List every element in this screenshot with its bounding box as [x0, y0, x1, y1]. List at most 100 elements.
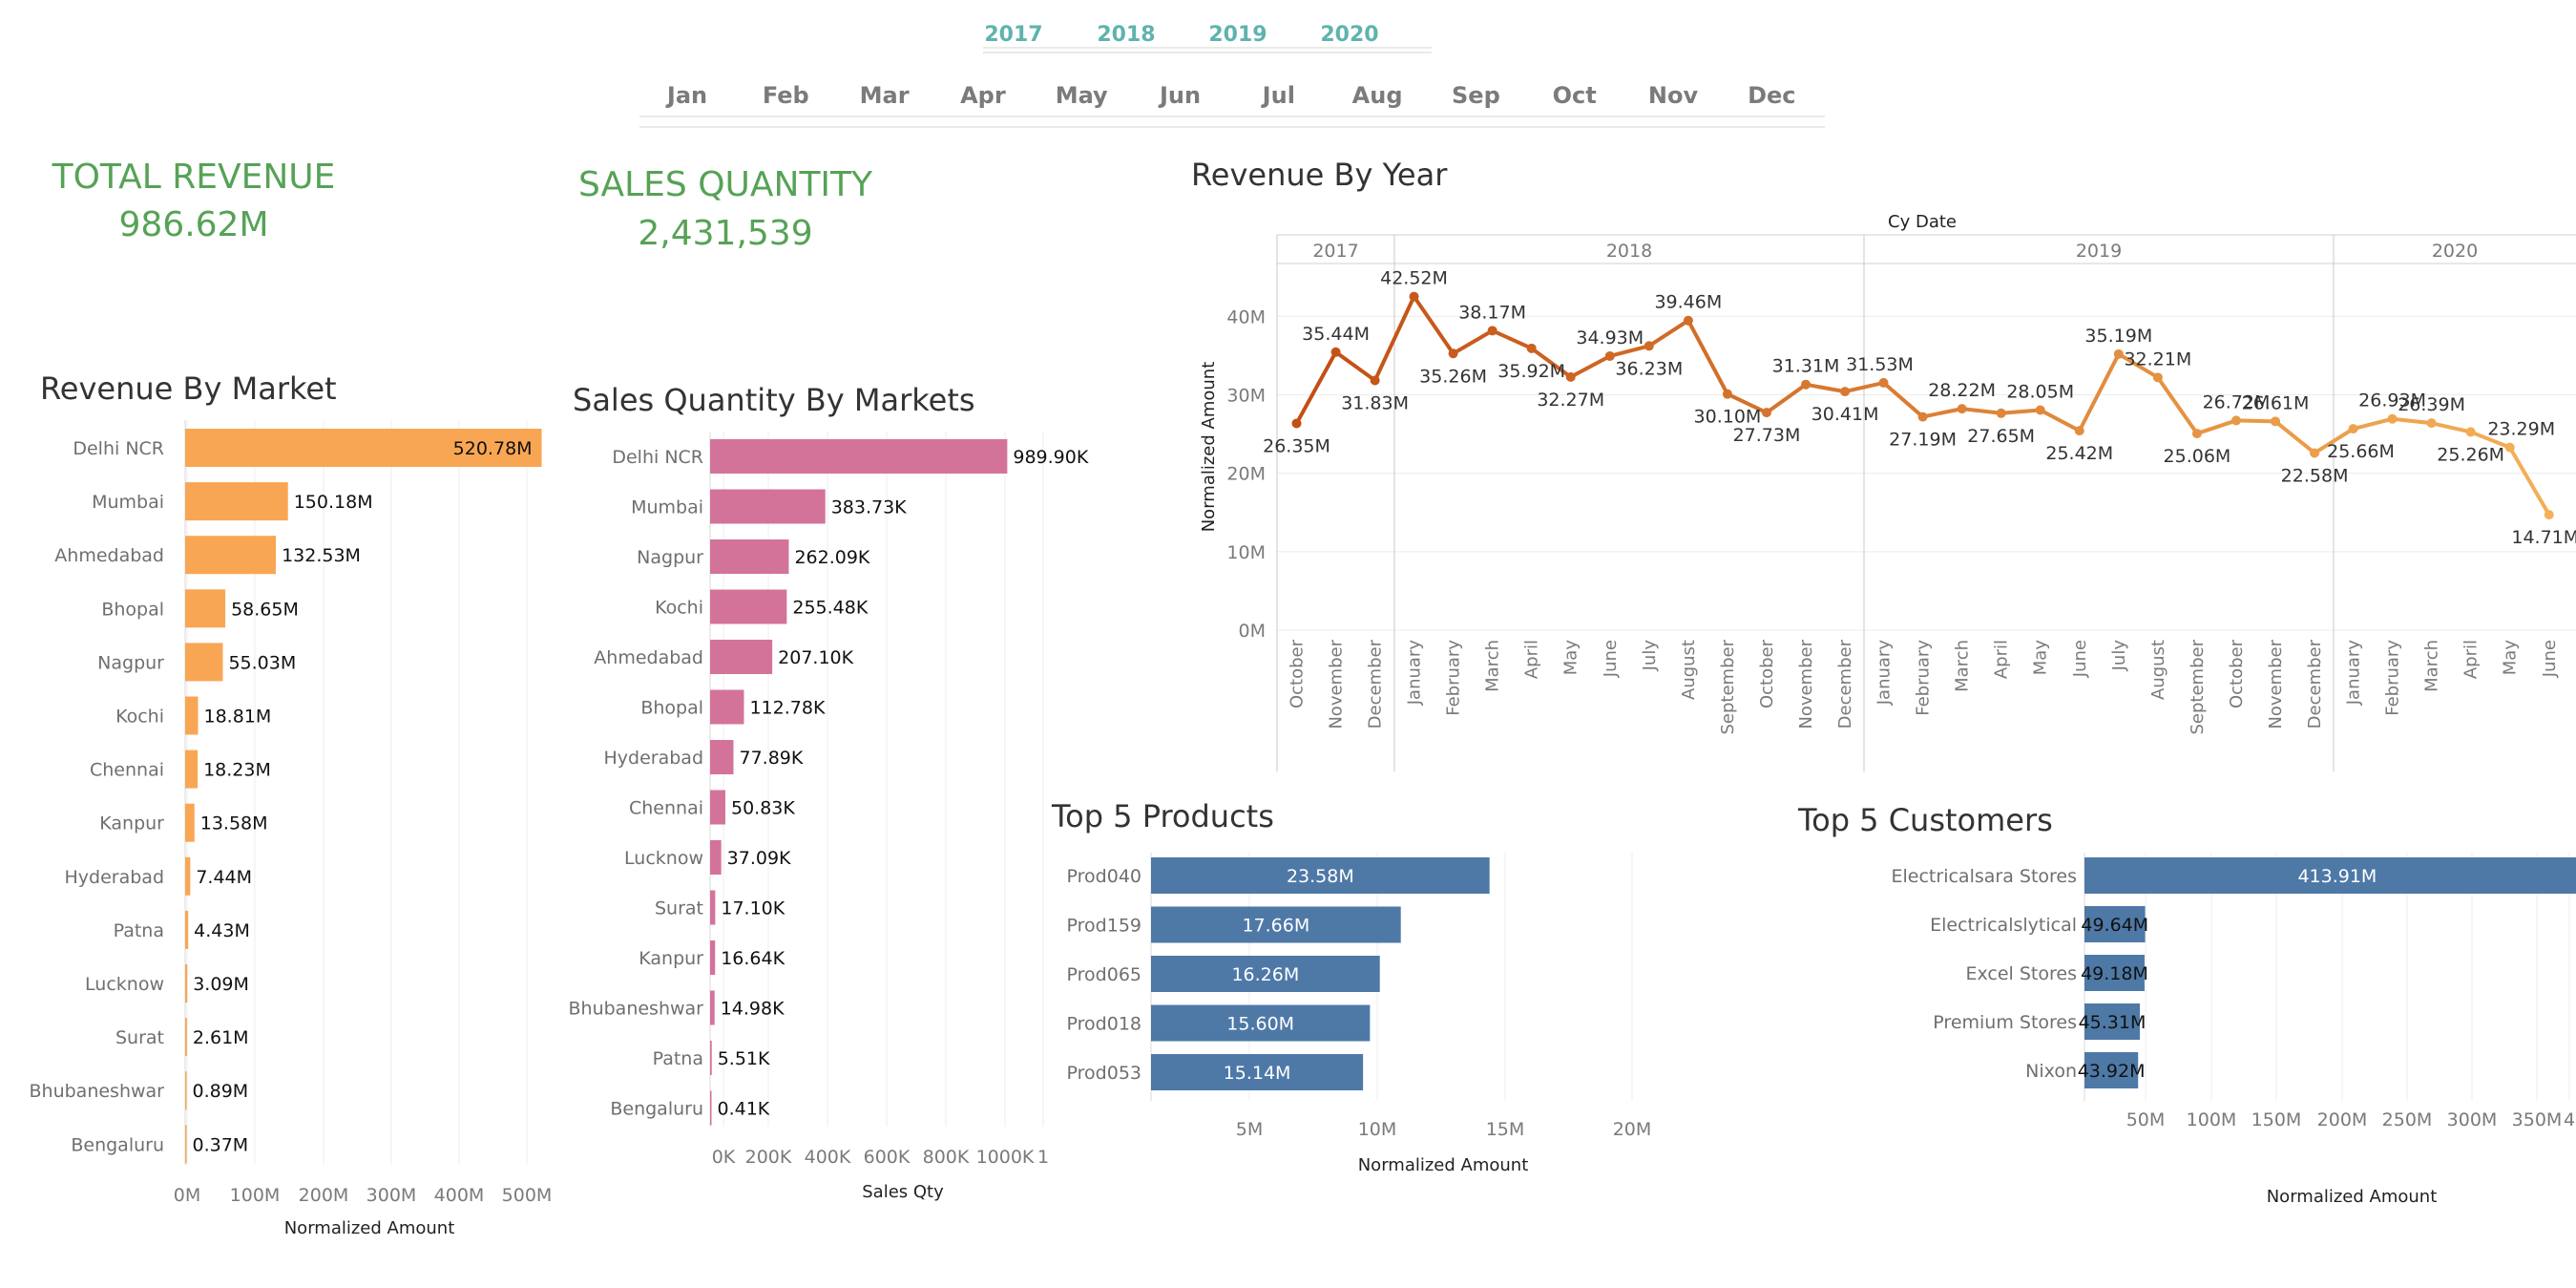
- year-filter-2018[interactable]: 2018: [1097, 23, 1155, 47]
- bar[interactable]: [710, 689, 744, 725]
- month-filter-jan[interactable]: Jan: [665, 82, 707, 109]
- bar[interactable]: [710, 1090, 712, 1126]
- bar[interactable]: [185, 482, 288, 521]
- bar[interactable]: [710, 790, 725, 825]
- data-point[interactable]: [1487, 326, 1497, 336]
- data-point[interactable]: [2230, 415, 2241, 426]
- bar[interactable]: [185, 964, 188, 1003]
- data-point[interactable]: [2074, 426, 2084, 436]
- month-filter-jun[interactable]: Jun: [1158, 82, 1201, 109]
- bar[interactable]: [710, 640, 773, 674]
- data-point[interactable]: [1917, 412, 1928, 422]
- month-filter-oct[interactable]: Oct: [1553, 82, 1597, 109]
- top-5-products-title: Top 5 Products: [1051, 798, 1274, 834]
- bar[interactable]: [710, 740, 734, 774]
- category-label: Lucknow: [85, 974, 164, 995]
- year-filter-2020[interactable]: 2020: [1320, 23, 1378, 47]
- month-filter-sep[interactable]: Sep: [1452, 82, 1500, 109]
- data-point[interactable]: [1526, 343, 1537, 353]
- data-point[interactable]: [2271, 416, 2281, 427]
- month-filter-feb[interactable]: Feb: [763, 82, 809, 109]
- data-point[interactable]: [2310, 448, 2320, 458]
- bar[interactable]: [710, 940, 716, 975]
- data-point[interactable]: [1683, 315, 1693, 326]
- bar[interactable]: [710, 840, 722, 875]
- bar[interactable]: [185, 536, 277, 575]
- data-point[interactable]: [2152, 372, 2163, 383]
- x-tick-label: 150M: [2251, 1109, 2302, 1130]
- data-point[interactable]: [1957, 404, 1967, 414]
- data-point[interactable]: [2465, 427, 2476, 437]
- data-point[interactable]: [2348, 424, 2358, 434]
- data-point[interactable]: [2426, 418, 2437, 429]
- data-point[interactable]: [1644, 341, 1654, 351]
- year-filter: 2017 2018 2019 2020: [983, 23, 1432, 53]
- category-label: Prod040: [1067, 866, 1141, 887]
- month-label: May: [2501, 640, 2521, 676]
- data-point[interactable]: [1448, 348, 1458, 359]
- data-point[interactable]: [1409, 291, 1419, 302]
- total-revenue-label: TOTAL REVENUE: [52, 158, 336, 197]
- data-point[interactable]: [1801, 379, 1812, 390]
- x-tick-label: 5M: [1236, 1119, 1263, 1140]
- month-filter-apr[interactable]: Apr: [960, 82, 1006, 109]
- data-point[interactable]: [1722, 389, 1732, 399]
- data-point[interactable]: [2113, 348, 2124, 359]
- data-point[interactable]: [2387, 413, 2398, 424]
- bar[interactable]: [185, 643, 223, 682]
- revenue-by-market-title: Revenue By Market: [40, 370, 337, 407]
- category-label: Delhi NCR: [612, 447, 703, 468]
- data-label: 520.78M: [453, 438, 533, 459]
- month-filter-mar[interactable]: Mar: [860, 82, 910, 109]
- bar[interactable]: [710, 439, 1008, 474]
- bar[interactable]: [710, 589, 787, 624]
- month-label: February: [1914, 640, 1934, 716]
- bar[interactable]: [185, 1018, 187, 1057]
- year-filter-2019[interactable]: 2019: [1208, 23, 1267, 47]
- data-point[interactable]: [1370, 375, 1380, 386]
- data-point[interactable]: [1761, 408, 1771, 418]
- bar[interactable]: [185, 803, 195, 842]
- month-label: April: [2461, 640, 2482, 679]
- dashboard-canvas: 2017 2018 2019 2020 Jan Feb Mar Apr May Jun Ju…: [30, 23, 2576, 1238]
- data-point[interactable]: [1565, 371, 1576, 382]
- bar[interactable]: [710, 890, 716, 925]
- data-label: 27.73M: [1733, 425, 1801, 446]
- data-point[interactable]: [2504, 442, 2515, 453]
- month-filter-dec[interactable]: Dec: [1748, 82, 1795, 109]
- month-label: January: [1874, 640, 1895, 707]
- month-filter-nov[interactable]: Nov: [1648, 82, 1699, 109]
- month-filter-jul[interactable]: Jul: [1261, 82, 1295, 109]
- data-point[interactable]: [2544, 510, 2554, 520]
- x-tick-label: 100M: [2187, 1109, 2237, 1130]
- bar[interactable]: [185, 750, 199, 789]
- bar[interactable]: [185, 1125, 187, 1164]
- revenue-line-segment: [2507, 445, 2551, 517]
- bar[interactable]: [710, 539, 789, 574]
- data-point[interactable]: [1996, 408, 2006, 418]
- category-label: Kochi: [115, 707, 164, 728]
- bar[interactable]: [185, 696, 199, 735]
- data-point[interactable]: [1840, 387, 1851, 397]
- revenue-line-segment: [1764, 382, 1809, 415]
- data-point[interactable]: [1291, 418, 1302, 429]
- data-point[interactable]: [1604, 350, 1615, 361]
- data-point[interactable]: [1330, 347, 1341, 357]
- data-point[interactable]: [1878, 377, 1889, 388]
- bar[interactable]: [710, 1041, 712, 1075]
- data-point[interactable]: [2191, 429, 2202, 439]
- bar[interactable]: [185, 589, 226, 628]
- year-filter-2017[interactable]: 2017: [984, 23, 1042, 47]
- category-label: Mumbai: [631, 497, 703, 518]
- bar[interactable]: [185, 856, 191, 896]
- revenue-line-segment: [1412, 294, 1456, 356]
- data-point[interactable]: [2035, 405, 2045, 415]
- data-label: 25.42M: [2045, 443, 2113, 464]
- x-tick-label: 300M: [367, 1185, 417, 1206]
- bar[interactable]: [710, 489, 826, 524]
- bar[interactable]: [710, 990, 715, 1025]
- month-filter-aug[interactable]: Aug: [1352, 82, 1403, 109]
- month-filter-may[interactable]: May: [1056, 82, 1108, 109]
- bar[interactable]: [185, 910, 189, 949]
- bar[interactable]: [185, 1071, 187, 1110]
